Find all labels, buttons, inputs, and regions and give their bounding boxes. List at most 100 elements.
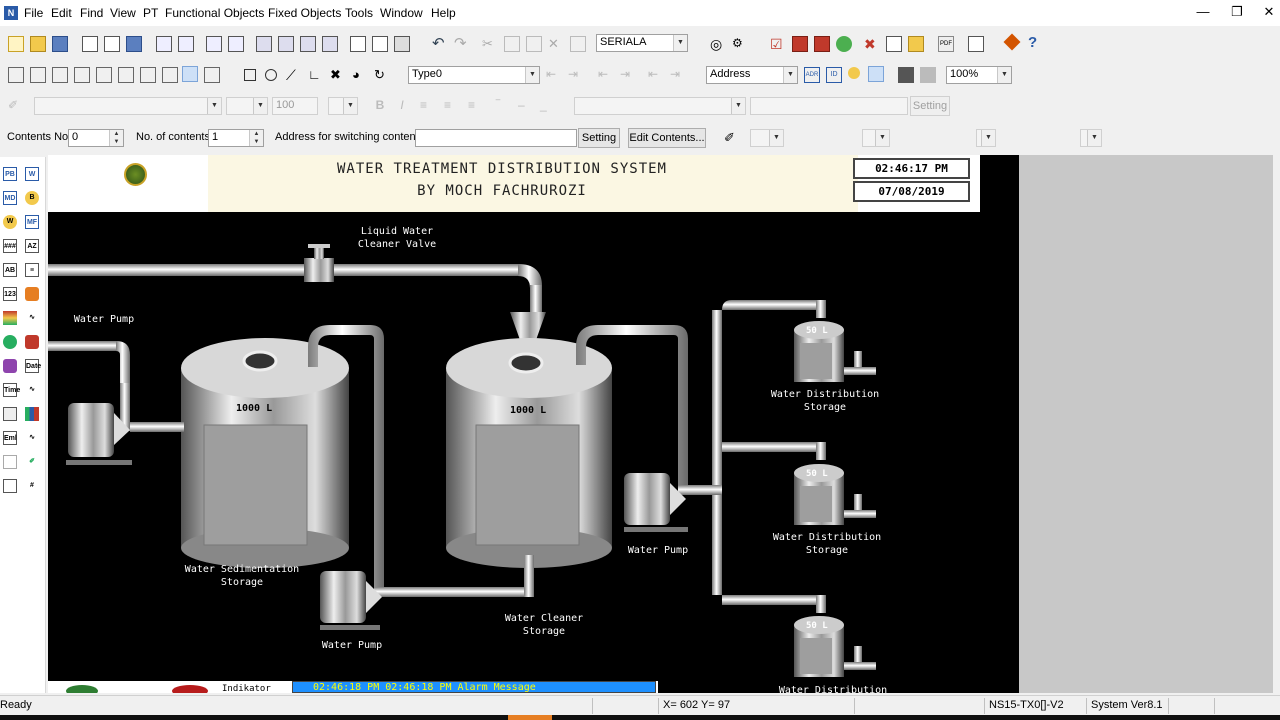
level-meter-icon[interactable] [3,311,17,325]
tools-icon[interactable]: ✖ [864,36,880,52]
help-icon[interactable]: ? [1028,34,1044,51]
circle-icon[interactable] [265,69,277,81]
simulate-icon[interactable] [836,36,852,52]
light-icon[interactable] [848,67,860,79]
restore-icon[interactable]: ❐ [1228,4,1246,22]
menu-edit[interactable]: Edit [51,6,72,20]
frame-icon[interactable] [3,479,17,493]
background-icon[interactable] [920,67,936,83]
new-screen-icon[interactable] [82,36,98,52]
compare-icon[interactable] [322,36,338,52]
polygon-icon[interactable]: ✖ [330,67,346,83]
open-folder-icon[interactable] [30,36,46,52]
list-icon[interactable]: ≡ [25,263,39,277]
pdf-icon[interactable]: PDF [938,36,954,52]
cleaner-valve-icon[interactable] [304,244,334,282]
object-tool-5-icon[interactable] [96,67,112,83]
wave-icon[interactable]: ∿ [25,431,39,445]
vertical-scrollbar[interactable] [1273,155,1280,693]
string-input-icon[interactable]: AZ [25,239,39,253]
print-preview-icon[interactable] [372,36,388,52]
minimize-icon[interactable]: — [1194,4,1212,22]
open-screen-icon[interactable] [104,36,120,52]
water-pump-bottom-icon[interactable] [320,571,382,630]
object-tool-8-icon[interactable] [204,67,220,83]
bit-lamp-icon[interactable]: B [25,191,39,205]
copy-screen-icon[interactable] [178,36,194,52]
contents-setting-button[interactable]: Setting [578,128,620,148]
document-icon[interactable] [886,36,902,52]
object-tool-7-icon[interactable] [140,67,156,83]
save-icon[interactable] [52,36,68,52]
word-switch-icon[interactable]: W [25,167,39,181]
object-tool-1-icon[interactable] [8,67,24,83]
undo-icon[interactable]: ↶ [432,36,448,52]
list-selector-icon[interactable]: AB [3,263,17,277]
multi-function-icon[interactable]: MD [3,191,17,205]
object-tool-6-icon[interactable] [118,67,134,83]
menu-window[interactable]: Window [380,6,423,20]
screen-display-icon[interactable] [868,66,884,82]
file-icon[interactable] [3,455,17,469]
id-display-icon[interactable]: ID [826,67,842,83]
screen-list-icon[interactable] [792,36,808,52]
menu-pt[interactable]: PT [143,6,158,20]
word-lamp-icon[interactable]: W [3,215,17,229]
bar-graph-icon[interactable] [25,407,39,421]
grid-icon[interactable] [162,67,178,83]
select-tool-icon[interactable] [182,66,198,82]
menu-fixed-objects[interactable]: Fixed Objects [268,6,341,20]
menu-help[interactable]: Help [431,6,456,20]
date-icon[interactable]: Date [25,359,41,373]
mesh-icon[interactable] [898,67,914,83]
menu-functional-objects[interactable]: Functional Objects [165,6,264,20]
email-icon[interactable]: Eml [3,431,17,445]
validate-all-icon[interactable] [228,36,244,52]
pushbutton-icon[interactable]: PB [3,167,17,181]
transfer-to-pt-icon[interactable] [278,36,294,52]
data-log-icon[interactable]: ∿ [25,383,39,397]
find-icon[interactable]: ◎ [710,36,726,52]
brush-icon[interactable]: ✐ [724,130,740,146]
rectangle-icon[interactable] [244,69,256,81]
thumbwheel-icon[interactable]: 123 [3,287,17,301]
menu-file[interactable]: File [24,6,43,20]
bitmap-icon[interactable] [25,287,39,301]
menu-find[interactable]: Find [80,6,103,20]
print-icon[interactable] [394,36,410,52]
object-tool-3-icon[interactable] [52,67,68,83]
broken-line-icon[interactable]: ∿ [25,311,39,325]
alarm-banner[interactable]: 02:46:18 PM 02:46:18 PM Alarm Message [292,681,656,693]
replace-icon[interactable]: ⚙ [732,36,748,52]
contents-no-spinner[interactable]: 0 ▲ ▼ [68,129,124,147]
edit-contents-button[interactable]: Edit Contents... [628,128,706,148]
alarm-icon[interactable] [25,335,39,349]
polyline-icon[interactable]: ∟ [308,67,324,83]
page-icon[interactable] [350,36,366,52]
menu-tools[interactable]: Tools [345,6,373,20]
numeral-display-icon[interactable]: ### [3,239,17,253]
video-icon[interactable] [3,407,17,421]
folder-icon[interactable] [908,36,924,52]
edit-icon[interactable] [156,36,172,52]
time-icon[interactable]: Time [3,383,20,397]
menu-view[interactable]: View [110,6,136,20]
save-screen-icon[interactable] [126,36,142,52]
transfer-from-pt-icon[interactable] [300,36,316,52]
multi-function-lamp-icon[interactable]: MF [25,215,39,229]
no-of-contents-spinner[interactable]: 1 ▲ ▼ [208,129,264,147]
validate-icon[interactable] [206,36,222,52]
port-select[interactable]: SERIALA ▼ [596,34,688,52]
object-tool-2-icon[interactable] [30,67,46,83]
data-block-icon[interactable] [3,359,17,373]
object-tool-4-icon[interactable] [74,67,90,83]
list-icon[interactable] [968,36,984,52]
transfer-icon[interactable] [256,36,272,52]
analog-meter-icon[interactable] [3,335,17,349]
type-select[interactable]: Type0 ▼ [408,66,540,84]
address-select[interactable]: Address ▼ [706,66,798,84]
sector-icon[interactable]: ◕ [352,67,368,83]
test-icon[interactable] [814,36,830,52]
address-switching-input[interactable] [415,129,577,147]
address-display-icon[interactable]: ADR [804,67,820,83]
